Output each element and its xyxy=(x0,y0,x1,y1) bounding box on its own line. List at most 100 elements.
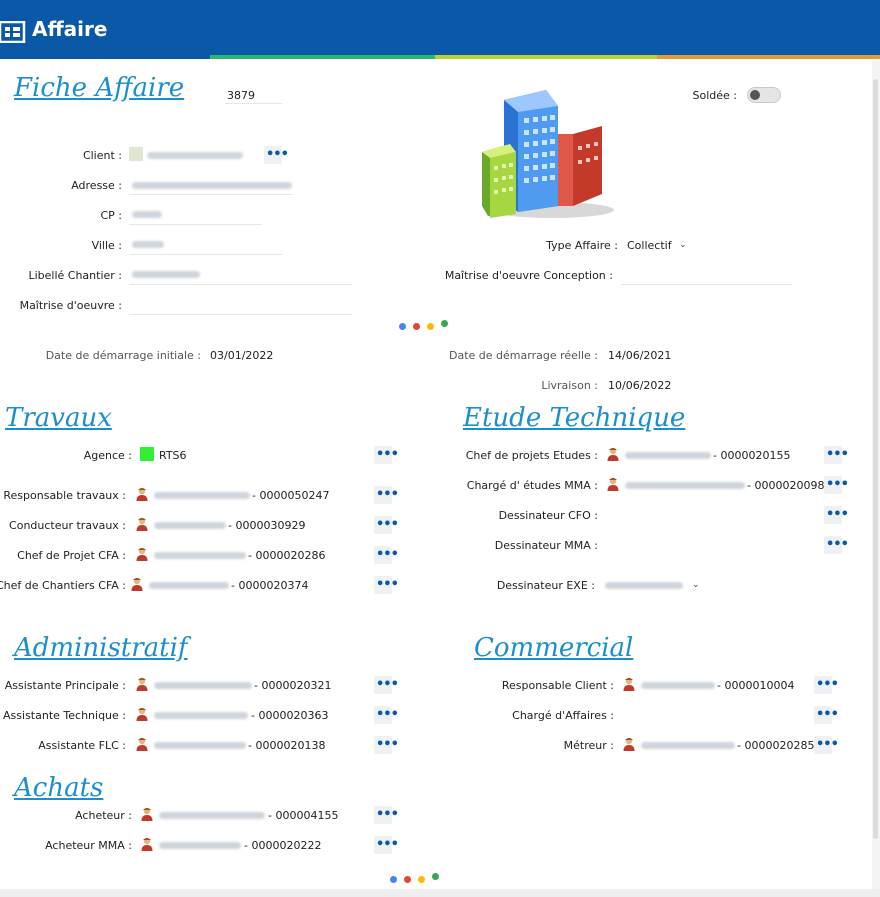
assistante-flc-name xyxy=(154,742,246,749)
assistante-principale-select-button[interactable]: ••• xyxy=(374,676,399,694)
acheteur-mma-code: - 0000020222 xyxy=(244,839,322,852)
person-icon xyxy=(607,447,619,461)
metreur-label: Métreur : xyxy=(563,739,614,752)
person-icon xyxy=(623,677,635,691)
client-value xyxy=(147,152,243,159)
metreur-select-button[interactable]: ••• xyxy=(814,736,839,754)
assistante-principale-label: Assistante Principale : xyxy=(4,679,126,692)
soldee-label: Soldée : xyxy=(692,89,738,102)
acheteur-mma-select-button[interactable]: ••• xyxy=(374,836,399,854)
affaire-number-underline xyxy=(225,103,282,104)
assistante-principale-code: - 0000020321 xyxy=(254,679,332,692)
dessinateur-mma-label: Dessinateur MMA : xyxy=(494,539,598,552)
charge-affaires-select-button[interactable]: ••• xyxy=(814,706,839,724)
ville-underline xyxy=(129,254,282,255)
livraison-value[interactable]: 10/06/2022 xyxy=(608,379,671,392)
dessinateur-exe-label: Dessinateur EXE : xyxy=(496,579,595,592)
ville-label: Ville : xyxy=(91,239,122,252)
chef-projets-etudes-select-button[interactable]: ••• xyxy=(824,446,849,464)
agence-label: Agence : xyxy=(83,449,132,462)
dessinateur-cfo-label: Dessinateur CFO : xyxy=(498,509,598,522)
chef-projet-cfa-select-button[interactable]: ••• xyxy=(374,546,399,564)
acheteur-select-button[interactable]: ••• xyxy=(374,806,399,824)
type-affaire-value[interactable]: Collectif xyxy=(627,239,672,252)
person-icon xyxy=(136,677,148,691)
livraison-label: Livraison : xyxy=(541,379,598,392)
scrollbar-thumb[interactable] xyxy=(873,79,878,839)
assistante-flc-select-button[interactable]: ••• xyxy=(374,736,399,754)
assistante-technique-name xyxy=(154,712,248,719)
acheteur-label: Acheteur : xyxy=(75,809,132,822)
affaire-number[interactable]: 3879 xyxy=(227,89,255,102)
acheteur-mma-name xyxy=(159,842,241,849)
responsable-client-name xyxy=(641,682,715,689)
metreur-code: - 0000020285 xyxy=(737,739,815,752)
section-title-commercial: Commercial xyxy=(474,633,634,663)
agence-color-swatch xyxy=(140,447,154,461)
libelle-chantier-underline xyxy=(129,284,352,285)
dessinateur-cfo-select-button[interactable]: ••• xyxy=(824,506,849,524)
responsable-client-label: Responsable Client : xyxy=(501,679,614,692)
section-title-fiche: Fiche Affaire xyxy=(14,73,185,103)
loading-indicator xyxy=(386,873,446,885)
charge-etudes-mma-select-button[interactable]: ••• xyxy=(824,476,849,494)
metreur-name xyxy=(641,742,735,749)
chef-chantiers-cfa-label: Chef de Chantiers CFA : xyxy=(0,579,126,592)
section-title-travaux: Travaux xyxy=(5,403,112,433)
libelle-chantier-label: Libellé Chantier : xyxy=(28,269,122,282)
date-initiale-label: Date de démarrage initiale : xyxy=(45,349,201,362)
charge-etudes-mma-code: - 0000020098 xyxy=(747,479,825,492)
maitrise-conception-underline xyxy=(621,284,792,285)
acheteur-name xyxy=(159,812,265,819)
charge-affaires-label: Chargé d'Affaires : xyxy=(512,709,614,722)
app-header: Affaire xyxy=(0,0,880,55)
adresse-label: Adresse : xyxy=(71,179,122,192)
date-reelle-label: Date de démarrage réelle : xyxy=(449,349,598,362)
ville-value xyxy=(132,241,164,248)
dessinateur-exe-value[interactable] xyxy=(605,582,683,589)
assistante-flc-label: Assistante FLC : xyxy=(38,739,126,752)
conducteur-travaux-name xyxy=(154,522,226,529)
person-icon xyxy=(141,807,153,821)
assistante-technique-select-button[interactable]: ••• xyxy=(374,706,399,724)
conducteur-travaux-select-button[interactable]: ••• xyxy=(374,516,399,534)
responsable-client-select-button[interactable]: ••• xyxy=(814,676,839,694)
person-icon xyxy=(136,517,148,531)
person-icon xyxy=(136,547,148,561)
adresse-underline xyxy=(129,194,292,195)
chevron-down-icon[interactable]: ⌄ xyxy=(692,580,700,590)
dessinateur-mma-select-button[interactable]: ••• xyxy=(824,536,849,554)
form-content xyxy=(0,59,872,889)
chef-chantiers-cfa-select-button[interactable]: ••• xyxy=(374,576,399,594)
date-initiale-value[interactable]: 03/01/2022 xyxy=(210,349,273,362)
agence-value: RTS6 xyxy=(159,449,187,462)
chevron-down-icon[interactable]: ⌄ xyxy=(679,240,687,250)
chef-chantiers-cfa-code: - 0000020374 xyxy=(231,579,309,592)
conducteur-travaux-label: Conducteur travaux : xyxy=(9,519,126,532)
page-title: Affaire xyxy=(32,17,108,41)
soldee-toggle[interactable] xyxy=(747,87,781,103)
person-icon xyxy=(623,737,635,751)
charge-etudes-mma-label: Chargé d' études MMA : xyxy=(466,479,598,492)
cp-label: CP : xyxy=(100,209,122,222)
person-icon xyxy=(136,487,148,501)
maitrise-oeuvre-underline xyxy=(129,314,352,315)
client-select-button[interactable]: ••• xyxy=(264,146,289,164)
bottom-bar xyxy=(0,889,880,897)
chef-projet-cfa-code: - 0000020286 xyxy=(248,549,326,562)
cp-value xyxy=(132,211,162,218)
person-icon xyxy=(136,737,148,751)
chef-projet-cfa-name xyxy=(154,552,246,559)
date-reelle-value[interactable]: 14/06/2021 xyxy=(608,349,671,362)
responsable-travaux-select-button[interactable]: ••• xyxy=(374,486,399,504)
responsable-travaux-name xyxy=(154,492,250,499)
agence-select-button[interactable]: ••• xyxy=(374,446,399,464)
responsable-client-code: - 0000010004 xyxy=(717,679,795,692)
maitrise-conception-label: Maîtrise d'oeuvre Conception : xyxy=(444,269,613,282)
cp-underline xyxy=(129,224,262,225)
chef-chantiers-cfa-name xyxy=(149,582,229,589)
responsable-travaux-label: Responsable travaux : xyxy=(3,489,126,502)
toggle-knob xyxy=(750,90,760,100)
vertical-scrollbar[interactable] xyxy=(872,59,880,889)
libelle-chantier-value xyxy=(132,271,200,278)
